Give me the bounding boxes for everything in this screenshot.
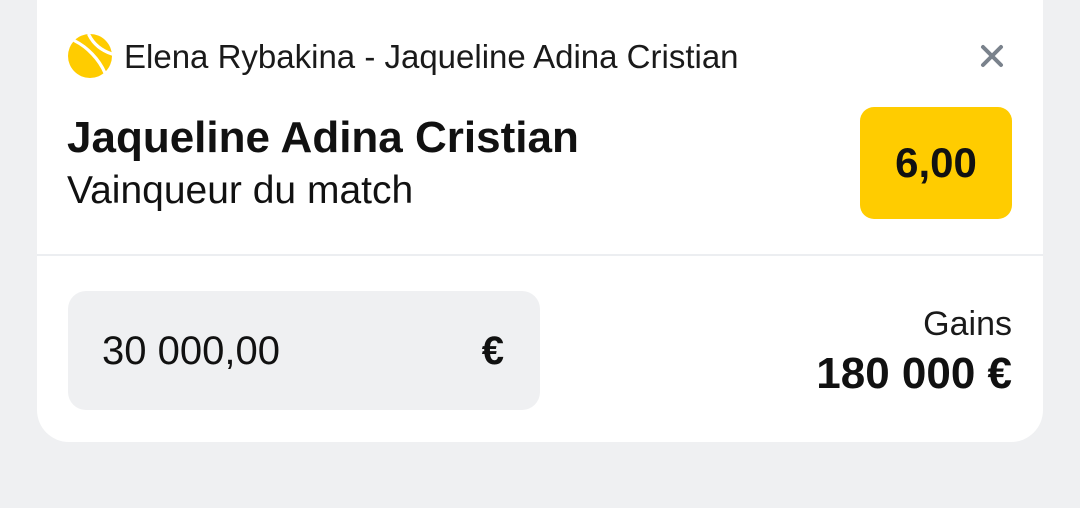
stake-field[interactable]: €: [68, 291, 540, 410]
tennis-ball-icon: [68, 33, 113, 78]
close-icon[interactable]: [980, 44, 1004, 68]
divider: [37, 254, 1043, 256]
gains-label: Gains: [923, 305, 1012, 343]
selection-name: Jaqueline Adina Cristian: [67, 113, 579, 162]
odds-button[interactable]: 6,00: [860, 107, 1012, 219]
gains-value: 180 000 €: [816, 349, 1012, 398]
event-header: Elena Rybakina - Jaqueline Adina Cristia…: [67, 33, 1013, 79]
market-name: Vainqueur du match: [67, 169, 414, 212]
event-title: Elena Rybakina - Jaqueline Adina Cristia…: [124, 38, 739, 75]
bet-slip-card: Elena Rybakina - Jaqueline Adina Cristia…: [37, 0, 1043, 442]
stake-input[interactable]: [102, 327, 442, 375]
stake-currency: €: [481, 329, 504, 373]
close-button[interactable]: [971, 35, 1013, 77]
